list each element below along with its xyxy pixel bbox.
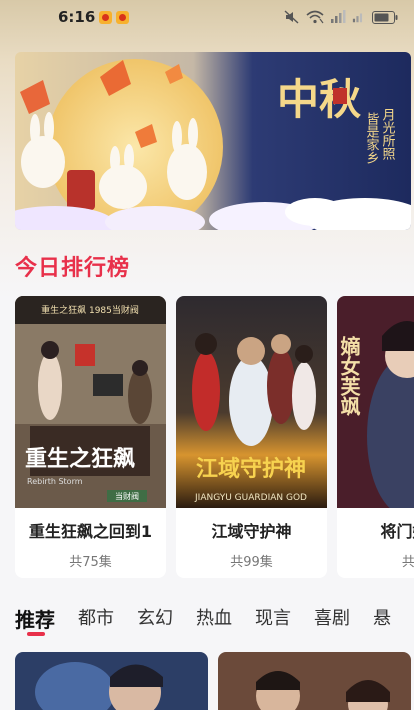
poster-subtitle: Rebirth Storm bbox=[27, 477, 83, 486]
drama-title: 江域守护神 bbox=[211, 522, 292, 541]
drama-card[interactable]: 江域守护神 JIANGYU GUARDIAN GOD 江域守护神 共99集 bbox=[176, 296, 327, 578]
poster-subtitle: JIANGYU GUARDIAN GOD bbox=[194, 493, 307, 503]
battery-icon bbox=[372, 10, 398, 24]
status-bar: 6:16 bbox=[0, 0, 414, 34]
tab-action[interactable]: 热血 bbox=[196, 604, 232, 638]
banner-line1: 月光所照 bbox=[380, 108, 396, 161]
episode-count: 共8 bbox=[401, 555, 414, 570]
poster-title: 重生之狂飙 bbox=[25, 446, 135, 472]
category-tabs: 推荐 都市 玄幻 热血 现言 喜剧 悬 bbox=[15, 604, 414, 638]
tab-fantasy[interactable]: 玄幻 bbox=[137, 604, 173, 638]
drama-poster: 嫡女芙飒 bbox=[337, 296, 414, 516]
poster-tag: 当财阀 bbox=[115, 491, 139, 501]
signal-icon-2 bbox=[352, 13, 363, 23]
recommend-grid bbox=[15, 652, 414, 710]
poster-title: 江域守护神 bbox=[196, 456, 306, 482]
banner-line2: 皆是家乡 bbox=[364, 112, 380, 164]
tab-urban[interactable]: 都市 bbox=[78, 604, 114, 638]
drama-poster: 江域守护神 JIANGYU GUARDIAN GOD bbox=[176, 296, 327, 508]
tab-comedy[interactable]: 喜剧 bbox=[314, 604, 350, 638]
video-thumbnail[interactable] bbox=[15, 652, 208, 710]
notification-app-icon bbox=[99, 10, 113, 24]
signal-icon bbox=[331, 10, 346, 23]
poster-title: 嫡女芙飒 bbox=[337, 335, 361, 417]
episode-count: 共75集 bbox=[69, 555, 112, 570]
drama-card[interactable]: 重生之狂飙 1985当财阀 重生之狂飙 Rebirth Storm 当财阀 重生… bbox=[15, 296, 166, 578]
festival-banner[interactable]: 中秋 月光所照 皆是家乡 bbox=[15, 52, 411, 230]
episode-count: 共99集 bbox=[230, 555, 273, 570]
drama-card[interactable]: 嫡女芙飒 将门嫡女 共8 bbox=[337, 296, 414, 578]
wifi-off-icon bbox=[306, 10, 324, 24]
tab-modern-romance[interactable]: 现言 bbox=[255, 604, 291, 638]
mute-icon bbox=[284, 10, 299, 24]
ranking-carousel[interactable]: 重生之狂飙 1985当财阀 重生之狂飙 Rebirth Storm 当财阀 重生… bbox=[15, 296, 414, 580]
notification-app-icon-2 bbox=[116, 10, 130, 24]
ranking-title: 今日排行榜 bbox=[15, 256, 131, 281]
drama-poster: 重生之狂飙 1985当财阀 重生之狂飙 Rebirth Storm 当财阀 bbox=[15, 296, 166, 508]
tab-recommend[interactable]: 推荐 bbox=[15, 604, 55, 638]
poster-top-title: 重生之狂飙 1985当财阀 bbox=[41, 304, 139, 316]
tab-suspense[interactable]: 悬 bbox=[373, 604, 391, 638]
video-thumbnail[interactable] bbox=[218, 652, 411, 710]
drama-title: 重生狂飙之回到1 bbox=[28, 522, 153, 541]
drama-title: 将门嫡女 bbox=[380, 522, 414, 541]
clock: 6:16 bbox=[58, 8, 96, 26]
banner-headline: 中秋 bbox=[277, 75, 361, 124]
